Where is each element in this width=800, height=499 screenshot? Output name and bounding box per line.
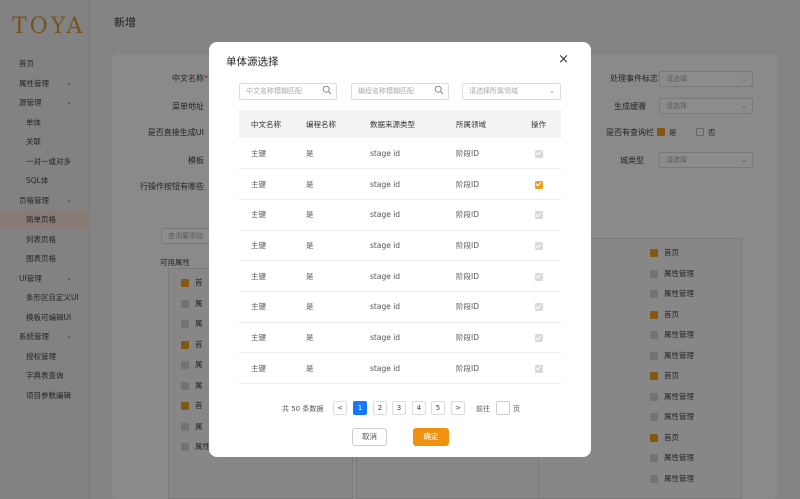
table-row[interactable]: 主键是 stage id 阶段ID bbox=[239, 138, 561, 170]
cell-code: 是 bbox=[294, 352, 358, 384]
col-domain: 所属领域 bbox=[444, 110, 516, 138]
table-row[interactable]: 主键是 stage id 阶段ID bbox=[239, 199, 561, 231]
cell-action bbox=[516, 199, 561, 231]
cell-domain: 阶段ID bbox=[444, 199, 516, 231]
row-select-checkbox[interactable] bbox=[534, 272, 543, 281]
cell-cn: 主键 bbox=[239, 322, 294, 354]
page-4-button[interactable]: 4 bbox=[412, 401, 426, 415]
cell-code: 是 bbox=[294, 230, 358, 262]
cell-source: stage id bbox=[358, 260, 444, 292]
row-select-checkbox[interactable] bbox=[534, 303, 543, 312]
cell-domain: 阶段ID bbox=[444, 322, 516, 354]
cell-action bbox=[516, 322, 561, 354]
cell-source: stage id bbox=[358, 291, 444, 323]
page-3-button[interactable]: 3 bbox=[392, 401, 406, 415]
pagination: 共 50 条数据 < 1 2 3 4 5 > 前往 页 bbox=[209, 401, 591, 417]
cell-domain: 阶段ID bbox=[444, 138, 516, 170]
cell-code: 是 bbox=[294, 199, 358, 231]
col-code-name: 编程名称 bbox=[294, 110, 358, 138]
chinese-name-search-input[interactable]: 中文名称模糊匹配 bbox=[239, 83, 337, 100]
cell-action bbox=[516, 230, 561, 262]
cell-source: stage id bbox=[358, 230, 444, 262]
row-select-checkbox[interactable] bbox=[534, 241, 543, 250]
table-row[interactable]: 主键是 stage id 阶段ID bbox=[239, 352, 561, 384]
cell-domain: 阶段ID bbox=[444, 291, 516, 323]
cell-cn: 主键 bbox=[239, 168, 294, 200]
goto-label: 前往 bbox=[476, 405, 490, 413]
table-row[interactable]: 主键是 stage id 阶段ID bbox=[239, 322, 561, 354]
cell-domain: 阶段ID bbox=[444, 168, 516, 200]
cell-code: 是 bbox=[294, 260, 358, 292]
table-header-row: 中文名称 编程名称 数据来源类型 所属领域 操作 bbox=[239, 110, 561, 138]
col-action: 操作 bbox=[516, 110, 561, 138]
prev-page-button[interactable]: < bbox=[333, 401, 347, 415]
table-row[interactable]: 主键是 stage id 阶段ID bbox=[239, 260, 561, 292]
cell-code: 是 bbox=[294, 322, 358, 354]
cell-domain: 阶段ID bbox=[444, 260, 516, 292]
cell-code: 是 bbox=[294, 168, 358, 200]
goto-page-input[interactable] bbox=[496, 401, 510, 415]
search-icon bbox=[322, 85, 332, 95]
domain-select[interactable]: 请选择所属领域 ⌄ bbox=[462, 83, 561, 100]
row-select-checkbox[interactable] bbox=[534, 333, 543, 342]
modal-title: 单体源选择 bbox=[226, 56, 279, 68]
chevron-down-icon: ⌄ bbox=[549, 87, 555, 95]
cell-domain: 阶段ID bbox=[444, 230, 516, 262]
cell-source: stage id bbox=[358, 352, 444, 384]
page-5-button[interactable]: 5 bbox=[431, 401, 445, 415]
cell-action bbox=[516, 352, 561, 384]
cell-cn: 主键 bbox=[239, 199, 294, 231]
table-row[interactable]: 主键是 stage id 阶段ID bbox=[239, 291, 561, 323]
cell-source: stage id bbox=[358, 138, 444, 170]
total-count: 共 50 条数据 bbox=[282, 405, 324, 413]
row-select-checkbox[interactable] bbox=[534, 180, 543, 189]
col-source-type: 数据来源类型 bbox=[358, 110, 444, 138]
confirm-button[interactable]: 确定 bbox=[413, 428, 449, 446]
cell-cn: 主键 bbox=[239, 138, 294, 170]
single-source-modal: 单体源选择 × 中文名称模糊匹配 编程名称模糊匹配 请选择所属领域 ⌄ 中文名称… bbox=[209, 42, 591, 457]
cancel-button[interactable]: 取消 bbox=[352, 428, 387, 446]
search-icon bbox=[434, 85, 444, 95]
cell-action bbox=[516, 260, 561, 292]
cell-domain: 阶段ID bbox=[444, 352, 516, 384]
cell-code: 是 bbox=[294, 291, 358, 323]
row-select-checkbox[interactable] bbox=[534, 364, 543, 373]
page-1-button[interactable]: 1 bbox=[353, 401, 367, 415]
cell-action bbox=[516, 138, 561, 170]
close-icon[interactable]: × bbox=[558, 52, 569, 67]
page-unit-label: 页 bbox=[513, 405, 520, 413]
page-2-button[interactable]: 2 bbox=[373, 401, 387, 415]
cell-source: stage id bbox=[358, 322, 444, 354]
code-name-search-input[interactable]: 编程名称模糊匹配 bbox=[351, 83, 449, 100]
table-row[interactable]: 主键是 stage id 阶段ID bbox=[239, 230, 561, 262]
row-select-checkbox[interactable] bbox=[534, 211, 543, 220]
table-row[interactable]: 主键是 stage id 阶段ID bbox=[239, 168, 561, 200]
cell-source: stage id bbox=[358, 199, 444, 231]
cell-cn: 主键 bbox=[239, 352, 294, 384]
cell-cn: 主键 bbox=[239, 260, 294, 292]
cell-action bbox=[516, 291, 561, 323]
col-chinese-name: 中文名称 bbox=[239, 110, 294, 138]
cell-cn: 主键 bbox=[239, 230, 294, 262]
source-table: 中文名称 编程名称 数据来源类型 所属领域 操作 主键是 stage id 阶段ID… bbox=[239, 110, 561, 384]
row-select-checkbox[interactable] bbox=[534, 149, 543, 158]
cell-source: stage id bbox=[358, 168, 444, 200]
next-page-button[interactable]: > bbox=[451, 401, 465, 415]
cell-cn: 主键 bbox=[239, 291, 294, 323]
cell-code: 是 bbox=[294, 138, 358, 170]
cell-action bbox=[516, 168, 561, 200]
